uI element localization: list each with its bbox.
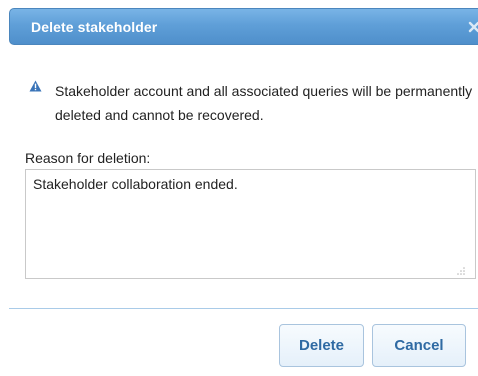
reason-label: Reason for deletion: <box>25 150 151 166</box>
warning-message-text: Stakeholder account and all associated q… <box>55 83 473 123</box>
delete-button[interactable]: Delete <box>279 324 364 367</box>
cancel-button[interactable]: Cancel <box>372 324 466 367</box>
delete-stakeholder-dialog: Delete stakeholder Stakeholder account a… <box>0 0 478 376</box>
close-icon[interactable] <box>468 21 478 33</box>
reason-textarea[interactable]: Stakeholder collaboration ended. <box>25 169 476 279</box>
dialog-title: Delete stakeholder <box>31 19 158 35</box>
footer-divider <box>9 308 478 309</box>
warning-triangle-icon <box>29 80 42 92</box>
dialog-titlebar[interactable]: Delete stakeholder <box>9 8 478 45</box>
resize-grip-icon[interactable] <box>456 266 465 275</box>
